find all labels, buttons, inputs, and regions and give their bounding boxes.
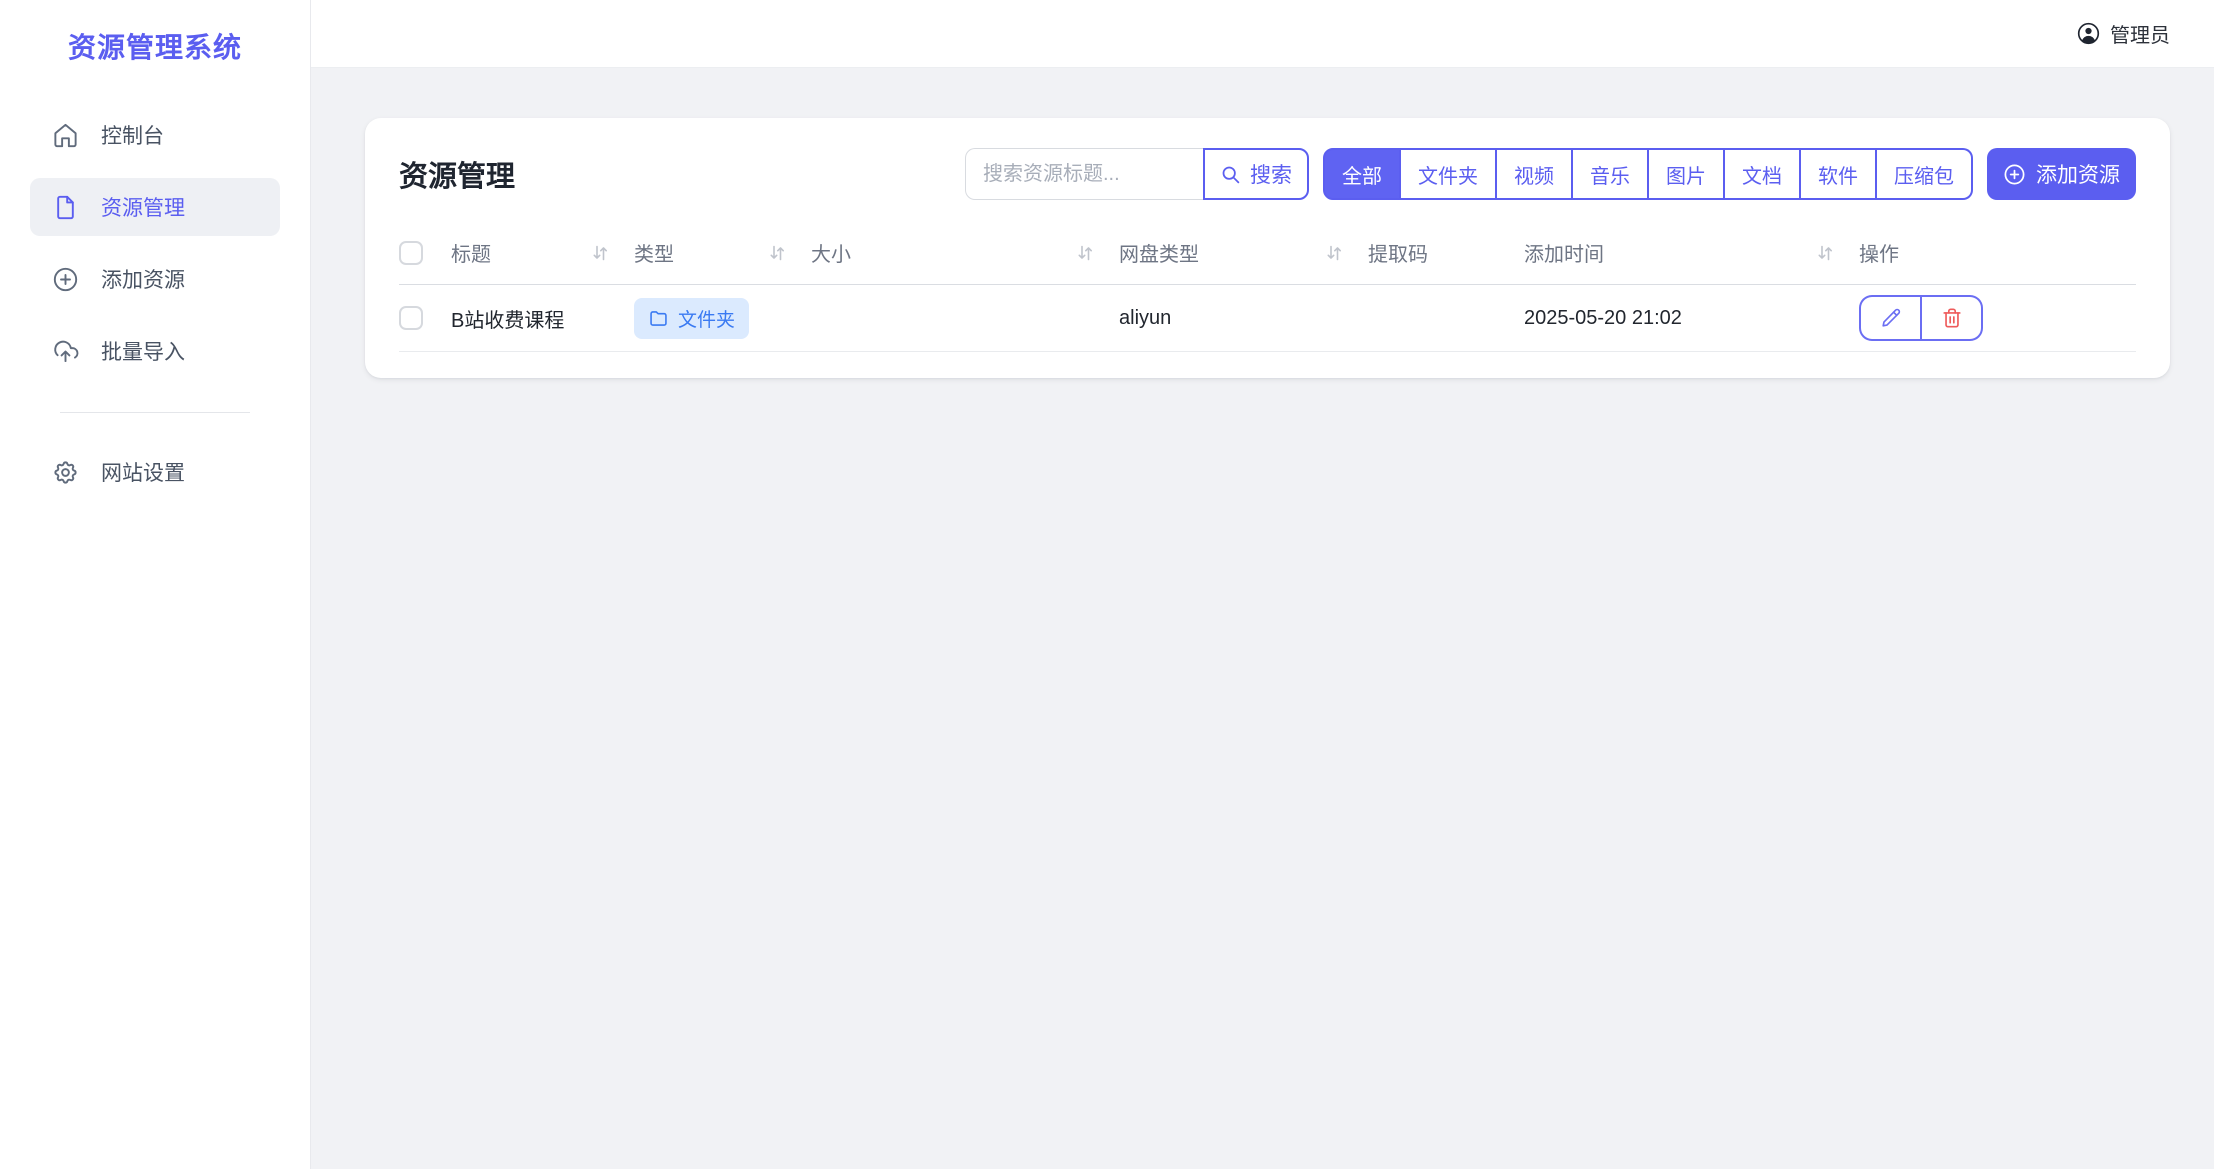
sidebar-item-label: 控制台 [101,120,164,150]
filter-tab-all[interactable]: 全部 [1323,148,1401,200]
sidebar-item-resources[interactable]: 资源管理 [30,178,280,236]
cell-title: B站收费课程 [451,285,634,352]
sidebar-item-dashboard[interactable]: 控制台 [30,106,280,164]
column-header-added-time: 添加时间 [1524,238,1604,267]
search-group: 搜索 [965,148,1309,200]
content: 资源管理 搜索 全部 文件夹 视频 音乐 图片 [311,68,2214,378]
add-resource-label: 添加资源 [2036,159,2120,189]
sort-icon[interactable] [1815,243,1835,263]
filter-tabs: 全部 文件夹 视频 音乐 图片 文档 软件 压缩包 [1323,148,1973,200]
filter-tab-music[interactable]: 音乐 [1573,148,1649,200]
sidebar-nav: 控制台 资源管理 添加资源 批量导入 网站设置 [0,106,310,515]
cell-size [811,285,1119,352]
folder-icon [648,308,669,329]
toolbar: 搜索 全部 文件夹 视频 音乐 图片 文档 软件 压缩包 [965,148,2136,200]
table-header-row: 标题 类型 大小 网盘类型 [399,226,2136,285]
filter-tab-software[interactable]: 软件 [1801,148,1877,200]
user-avatar-icon [2076,21,2101,46]
sidebar-item-add-resource[interactable]: 添加资源 [30,250,280,308]
sort-icon[interactable] [767,243,787,263]
sort-icon[interactable] [1324,243,1344,263]
filter-tab-image[interactable]: 图片 [1649,148,1725,200]
type-badge-label: 文件夹 [678,305,735,332]
type-badge: 文件夹 [634,298,749,339]
resource-card: 资源管理 搜索 全部 文件夹 视频 音乐 图片 [365,118,2170,378]
app-title: 资源管理系统 [0,0,310,106]
sort-icon[interactable] [1075,243,1095,263]
filter-tab-archive[interactable]: 压缩包 [1877,148,1973,200]
cell-added-time: 2025-05-20 21:02 [1524,285,1859,352]
trash-icon [1941,307,1963,329]
filter-tab-doc[interactable]: 文档 [1725,148,1801,200]
document-icon [52,194,79,221]
column-header-disk-type: 网盘类型 [1119,238,1199,267]
card-header: 资源管理 搜索 全部 文件夹 视频 音乐 图片 [399,148,2136,200]
page-title: 资源管理 [399,153,515,195]
table-row: B站收费课程 文件夹 aliyun 2025-05-20 21:02 [399,285,2136,352]
row-actions [1859,295,1983,341]
sidebar-divider [60,412,250,413]
plus-circle-icon [52,266,79,293]
sidebar: 资源管理系统 控制台 资源管理 添加资源 批量导入 网站设置 [0,0,311,1169]
sidebar-item-label: 资源管理 [101,192,185,222]
sidebar-item-label: 网站设置 [101,457,185,487]
search-input[interactable] [965,148,1203,200]
sort-icon[interactable] [590,243,610,263]
column-header-code: 提取码 [1368,244,1428,266]
resource-table: 标题 类型 大小 网盘类型 [399,226,2136,352]
sidebar-item-label: 批量导入 [101,336,185,366]
user-name[interactable]: 管理员 [2110,19,2170,48]
cloud-upload-icon [52,338,79,365]
home-icon [52,122,79,149]
sidebar-item-label: 添加资源 [101,264,185,294]
topbar: 管理员 [311,0,2214,68]
add-resource-button[interactable]: 添加资源 [1987,148,2136,200]
edit-button[interactable] [1859,295,1921,341]
row-checkbox[interactable] [399,306,423,330]
cell-code [1368,285,1524,352]
select-all-checkbox[interactable] [399,241,423,265]
search-icon [1220,164,1241,185]
sidebar-item-site-settings[interactable]: 网站设置 [30,443,280,501]
filter-tab-folder[interactable]: 文件夹 [1401,148,1497,200]
main-area: 管理员 资源管理 搜索 全部 文件夹 视频 [311,0,2214,1169]
column-header-title: 标题 [451,238,491,267]
pencil-icon [1880,307,1902,329]
search-button[interactable]: 搜索 [1203,148,1309,200]
delete-button[interactable] [1921,295,1983,341]
column-header-actions: 操作 [1859,244,1899,266]
gear-icon [52,459,79,486]
column-header-type: 类型 [634,238,674,267]
search-button-label: 搜索 [1250,159,1292,189]
plus-circle-icon [2003,163,2026,186]
column-header-size: 大小 [811,238,851,267]
cell-disk-type: aliyun [1119,285,1368,352]
sidebar-item-batch-import[interactable]: 批量导入 [30,322,280,380]
filter-tab-video[interactable]: 视频 [1497,148,1573,200]
